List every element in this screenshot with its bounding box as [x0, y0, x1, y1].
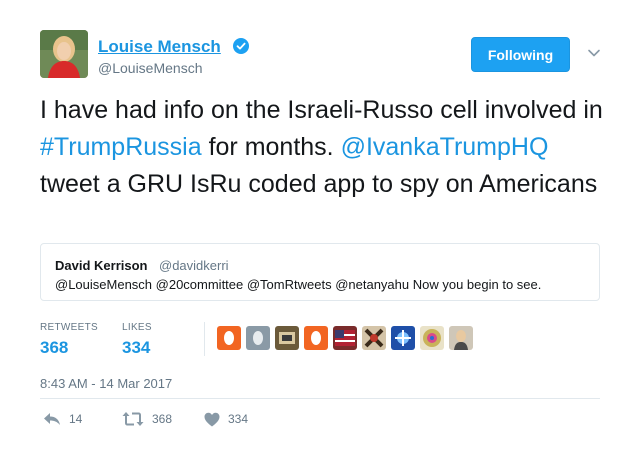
reply-button[interactable]: 14: [43, 410, 82, 428]
author-avatar[interactable]: [40, 30, 88, 78]
liker-avatar[interactable]: [362, 326, 386, 350]
heart-icon: [204, 412, 220, 426]
following-button[interactable]: Following: [471, 37, 570, 72]
quoted-tweet[interactable]: David Kerrison @davidkerri @LouiseMensch…: [40, 243, 600, 301]
like-count: 334: [228, 412, 249, 426]
likes-count[interactable]: 334: [122, 338, 150, 358]
verified-badge-icon: [233, 38, 249, 54]
reply-count: 14: [69, 412, 83, 426]
stats-divider: [204, 322, 205, 356]
actions-divider: [40, 398, 600, 399]
reply-icon: [44, 413, 60, 425]
retweets-count[interactable]: 368: [40, 338, 68, 358]
author-handle[interactable]: @LouiseMensch: [98, 60, 203, 76]
liker-avatar[interactable]: [449, 326, 473, 350]
hashtag-link[interactable]: #TrumpRussia: [40, 133, 202, 161]
tweet-text-part: tweet a GRU IsRu coded app to spy on Ame…: [40, 170, 598, 198]
mention-link[interactable]: @IvankaTrumpHQ: [341, 133, 549, 161]
liker-avatar[interactable]: [246, 326, 270, 350]
liker-avatar[interactable]: [420, 326, 444, 350]
likes-label: LIKES: [122, 322, 152, 333]
like-button[interactable]: 334: [204, 410, 248, 428]
quoted-tweet-text: @LouiseMensch @20committee @TomRtweets @…: [55, 277, 542, 292]
retweet-button[interactable]: 368: [122, 410, 172, 428]
liker-avatar[interactable]: [391, 326, 415, 350]
tweet-text-part: I have had info on the Israeli-Russo cel…: [40, 96, 603, 124]
liker-avatar[interactable]: [275, 326, 299, 350]
liker-avatar[interactable]: [333, 326, 357, 350]
retweets-label: RETWEETS: [40, 322, 98, 333]
tweet-timestamp[interactable]: 8:43 AM - 14 Mar 2017: [40, 376, 172, 391]
author-name[interactable]: Louise Mensch: [98, 37, 221, 57]
quoted-author-name: David Kerrison: [55, 258, 148, 273]
liker-avatar[interactable]: [217, 326, 241, 350]
quoted-author-handle: @davidkerri: [159, 258, 229, 273]
retweet-count: 368: [152, 412, 173, 426]
retweet-icon: [122, 412, 144, 426]
tweet-text-part: for months.: [201, 133, 341, 161]
tweet-text: I have had info on the Israeli-Russo cel…: [40, 92, 610, 203]
chevron-down-icon[interactable]: [587, 46, 601, 60]
liker-avatar[interactable]: [304, 326, 328, 350]
